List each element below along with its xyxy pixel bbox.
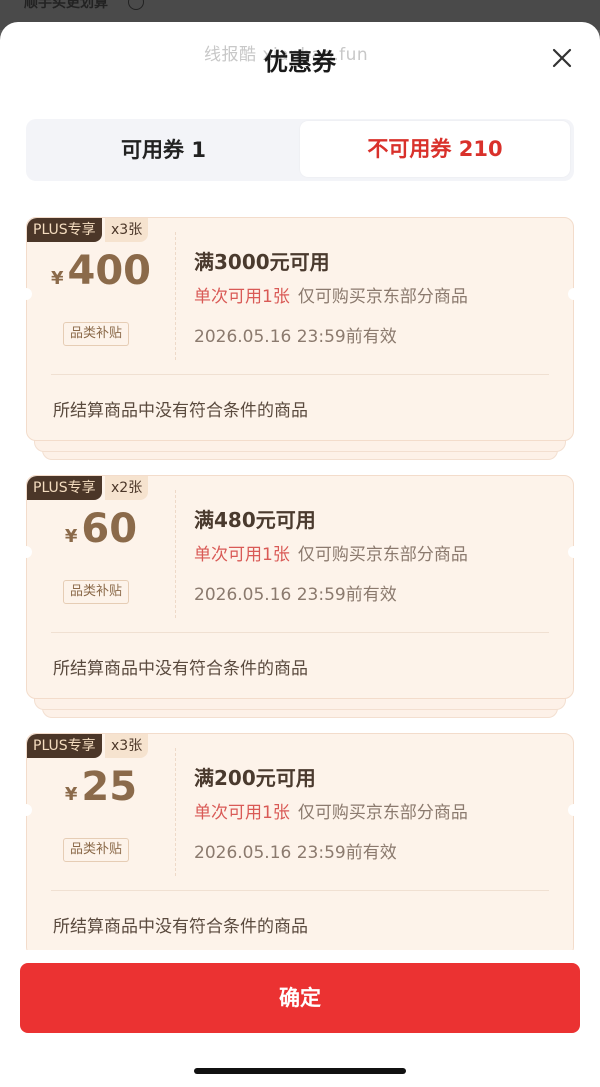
divider <box>175 232 176 360</box>
count-badge: x3张 <box>105 218 149 242</box>
plus-badge: PLUS专享 <box>27 476 102 500</box>
category-tag: 品类补贴 <box>63 838 130 862</box>
coupon-condition: 满480元可用 <box>194 508 316 532</box>
currency-symbol: ¥ <box>64 526 78 547</box>
coupon-amount: ¥60 <box>27 506 175 566</box>
coupon-tabs: 可用券 1 不可用券 210 <box>26 119 574 181</box>
coupon-list[interactable]: PLUS专享 x3张 ¥400 品类补贴 满3000元可用 单次可用1张 仅可购买… <box>0 217 600 976</box>
coupon-limits: 单次可用1张 仅可购买京东部分商品 <box>194 540 468 565</box>
category-tag: 品类补贴 <box>63 322 130 346</box>
divider <box>175 748 176 876</box>
notch <box>568 546 580 558</box>
coupon-limits: 单次可用1张 仅可购买京东部分商品 <box>194 798 468 823</box>
divider <box>51 890 549 891</box>
count-badge: x2张 <box>105 476 149 500</box>
close-button[interactable] <box>548 44 576 72</box>
coupon-expiry: 2026.05.16 23:59前有效 <box>194 585 397 605</box>
plus-badge: PLUS专享 <box>27 734 102 758</box>
amount-value: 400 <box>67 248 152 294</box>
tab-available[interactable]: 可用券 1 <box>26 119 301 181</box>
amount-value: 60 <box>81 506 138 552</box>
limit-gray: 仅可购买京东部分商品 <box>297 803 468 823</box>
coupon-body: PLUS专享 x3张 ¥400 品类补贴 满3000元可用 单次可用1张 仅可购买… <box>20 217 580 441</box>
background-text: 顺手买更划算 <box>24 0 108 11</box>
coupon-amount: ¥25 <box>27 764 175 824</box>
divider <box>51 374 549 375</box>
coupon-bottom-sheet: 线报酷 xianbao.fun 优惠券 可用券 1 不可用券 210 PLUS专… <box>0 22 600 1087</box>
currency-symbol: ¥ <box>64 784 78 805</box>
limit-red: 单次可用1张 <box>194 287 290 307</box>
notch <box>568 804 580 816</box>
sheet-footer: 确定 <box>0 950 600 1087</box>
sheet-header: 线报酷 xianbao.fun 优惠券 <box>0 22 600 100</box>
category-tag: 品类补贴 <box>63 580 130 604</box>
amount-value: 25 <box>81 764 138 810</box>
coupon-condition: 满200元可用 <box>194 766 316 790</box>
confirm-button[interactable]: 确定 <box>20 963 580 1033</box>
divider <box>175 490 176 618</box>
coupon-card[interactable]: PLUS专享 x2张 ¥60 品类补贴 满480元可用 单次可用1张 仅可购买京东… <box>20 475 580 718</box>
coupon-card[interactable]: PLUS专享 x3张 ¥25 品类补贴 满200元可用 单次可用1张 仅可购买京东… <box>20 733 580 976</box>
tab-unavailable[interactable]: 不可用券 210 <box>300 121 570 177</box>
close-icon <box>552 48 572 68</box>
coupon-body: PLUS专享 x3张 ¥25 品类补贴 满200元可用 单次可用1张 仅可购买京东… <box>20 733 580 957</box>
unavailable-reason: 所结算商品中没有符合条件的商品 <box>53 659 308 679</box>
coupon-expiry: 2026.05.16 23:59前有效 <box>194 843 397 863</box>
limit-red: 单次可用1张 <box>194 545 290 565</box>
coupon-expiry: 2026.05.16 23:59前有效 <box>194 327 397 347</box>
limit-red: 单次可用1张 <box>194 803 290 823</box>
coupon-body: PLUS专享 x2张 ¥60 品类补贴 满480元可用 单次可用1张 仅可购买京东… <box>20 475 580 699</box>
divider <box>51 632 549 633</box>
sheet-title: 优惠券 <box>264 48 336 76</box>
coupon-amount: ¥400 <box>27 248 175 308</box>
currency-symbol: ¥ <box>50 268 64 289</box>
info-icon <box>128 0 144 10</box>
coupon-condition: 满3000元可用 <box>194 250 330 274</box>
limit-gray: 仅可购买京东部分商品 <box>297 287 468 307</box>
unavailable-reason: 所结算商品中没有符合条件的商品 <box>53 917 308 937</box>
home-indicator <box>194 1068 406 1074</box>
limit-gray: 仅可购买京东部分商品 <box>297 545 468 565</box>
plus-badge: PLUS专享 <box>27 218 102 242</box>
count-badge: x3张 <box>105 734 149 758</box>
unavailable-reason: 所结算商品中没有符合条件的商品 <box>53 401 308 421</box>
notch <box>568 288 580 300</box>
coupon-limits: 单次可用1张 仅可购买京东部分商品 <box>194 282 468 307</box>
coupon-card[interactable]: PLUS专享 x3张 ¥400 品类补贴 满3000元可用 单次可用1张 仅可购买… <box>20 217 580 460</box>
